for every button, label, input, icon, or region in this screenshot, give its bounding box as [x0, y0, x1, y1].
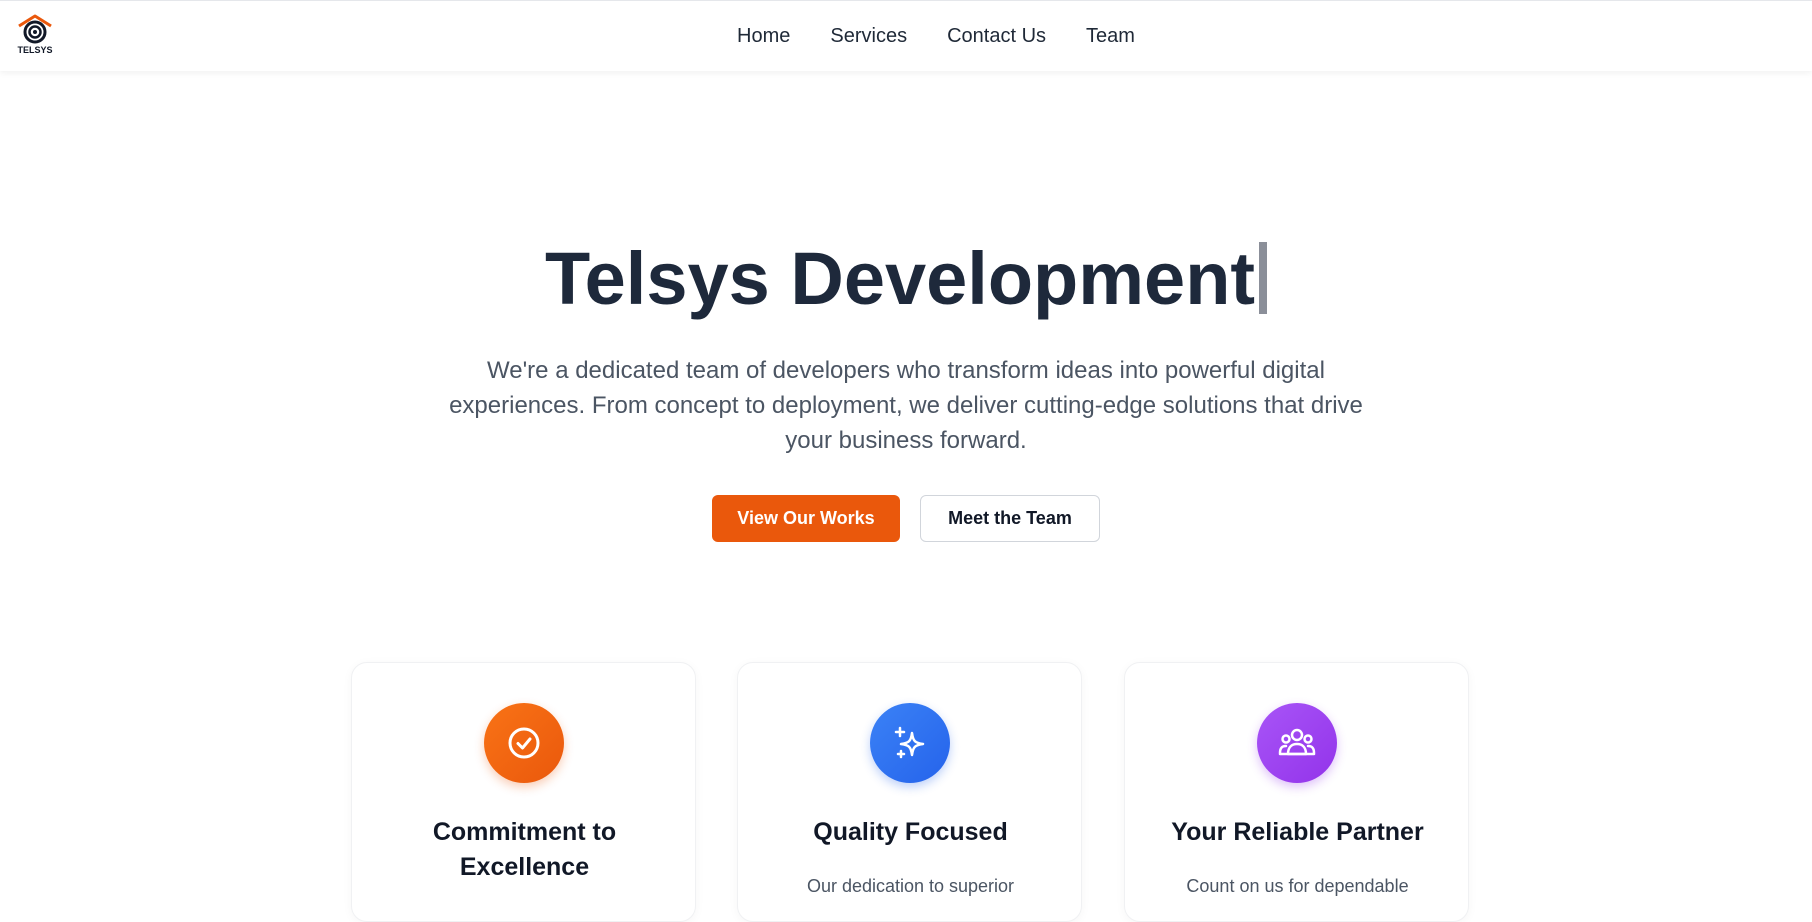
feature-title: Quality Focused — [813, 818, 1008, 846]
typing-cursor — [1259, 242, 1268, 314]
feature-card-excellence: Commitment to Excellence — [351, 662, 696, 922]
sparkles-icon — [870, 703, 950, 783]
hero-description: We're a dedicated team of developers who… — [449, 357, 1363, 454]
nav-services[interactable]: Services — [830, 25, 907, 48]
check-circle-icon — [484, 703, 564, 783]
nav-home[interactable]: Home — [737, 25, 790, 48]
feature-title: Your Reliable Partner — [1171, 818, 1424, 846]
users-icon — [1257, 703, 1337, 783]
feature-card-partner: Your Reliable Partner Count on us for de… — [1124, 662, 1469, 922]
hero-buttons: View Our Works Meet the Team — [0, 495, 1812, 542]
feature-description: Count on us for dependable — [1186, 876, 1409, 896]
feature-title: Commitment to Excellence — [432, 818, 617, 881]
feature-card-quality: Quality Focused Our dedication to superi… — [737, 662, 1082, 922]
hero-title-wrapper: Telsys Development — [0, 236, 1812, 321]
hero-title: Telsys Development — [544, 237, 1256, 320]
meet-the-team-button[interactable]: Meet the Team — [920, 495, 1100, 542]
feature-description: Our dedication to superior — [806, 876, 1015, 896]
hero-section: Telsys Development We're a dedicated tea… — [0, 71, 1812, 631]
main-nav: Home Services Contact Us Team — [0, 1, 1812, 72]
navbar: TELSYS Home Services Contact Us Team — [0, 0, 1812, 71]
nav-contact-us[interactable]: Contact Us — [947, 25, 1046, 48]
view-our-works-button[interactable]: View Our Works — [712, 495, 900, 542]
features-section: Commitment to Excellence Quality Focused… — [351, 662, 1471, 922]
nav-team[interactable]: Team — [1086, 25, 1135, 48]
